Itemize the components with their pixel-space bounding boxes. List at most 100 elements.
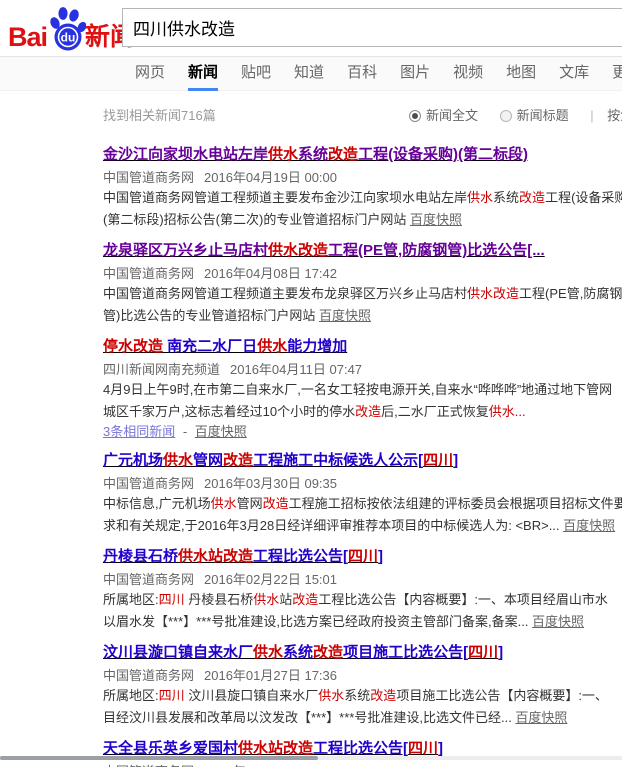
- nav-tab-百科[interactable]: 百科: [347, 57, 377, 91]
- nav-tab-贴吧[interactable]: 贴吧: [241, 57, 271, 91]
- snippet-text: 中国管道商务网管道工程频道主要发布龙泉驿区万兴乡止马店村: [103, 286, 467, 301]
- result-title-text: 龙泉驿区万兴乡止马店村: [103, 242, 268, 259]
- snippet-text: 城区千家万户,这标志着经过10个小时的停水: [103, 404, 355, 419]
- snippet-text: 四川: [159, 592, 185, 607]
- result-title-text: 南充二水厂日: [163, 338, 257, 355]
- result-title-text: 金沙江向家坝水电站左岸: [103, 146, 268, 163]
- filter-row: 找到相关新闻716篇 新闻全文 新闻标题 | 按焦点: [103, 105, 622, 123]
- snippet-text: (第二标段)招标公告(第二次)的专业管道招标门户网站: [103, 212, 410, 227]
- snippet-text: 站: [279, 592, 292, 607]
- snippet-text: 目经汶川县发展和改革局以汶发改【***】***号批准建设,比选文件已经...: [103, 710, 515, 725]
- result-title-text: 工程比选公告[: [313, 740, 408, 757]
- result-title-text: 工程比选公告[: [253, 548, 348, 565]
- snippet-text: 改造: [292, 592, 318, 607]
- result-title-text: 系统: [283, 644, 313, 661]
- radio-news-title[interactable]: [500, 110, 512, 122]
- snippet-text: 所属地区:: [103, 592, 159, 607]
- result-snippet-line: 目经汶川县发展和改革局以汶发改【***】***号批准建设,比选文件已经... 百…: [103, 707, 622, 729]
- nav-tab-地图[interactable]: 地图: [506, 57, 536, 91]
- result-title-text: 四川: [468, 644, 498, 661]
- nav-tab-更[interactable]: 更: [612, 57, 622, 91]
- radio-news-title-label[interactable]: 新闻标题: [517, 108, 569, 123]
- nav-tab-知道[interactable]: 知道: [294, 57, 324, 91]
- result-title-text: 四川: [408, 740, 438, 757]
- result-snippet-line: 求和有关规定,于2016年3月28日经详细评审推荐本项目的中标候选人为: <BR…: [103, 515, 622, 537]
- snippet-text: 中标信息,广元机场: [103, 496, 211, 511]
- result-title-link[interactable]: 汶川县漩口镇自来水厂供水系统改造项目施工比选公告[四川]: [103, 643, 622, 663]
- result-title-text: 供水: [253, 644, 283, 661]
- result-title-link[interactable]: 金沙江向家坝水电站左岸供水系统改造工程(设备采购)(第二标段): [103, 145, 622, 165]
- result-count: 找到相关新闻716篇: [103, 108, 216, 123]
- result-snippet-line: 以眉水发【***】***号批准建设,比选方案已经政府投资主管部门备案,备案...…: [103, 611, 622, 633]
- snippet-text: 后,二水厂正式恢复: [381, 404, 489, 419]
- header: Bai du 新闻: [0, 0, 622, 56]
- snippet-text: 工程比选公告【内容概要】:一、本项目经眉山市水: [318, 592, 608, 607]
- snippet-text: 中国管道商务网管道工程频道主要发布金沙江向家坝水电站左岸: [103, 190, 467, 205]
- snippet-text: 供水: [253, 592, 279, 607]
- horizontal-scrollbar-track[interactable]: [0, 756, 622, 760]
- result-snippet-line: 4月9日上午9时,在市第二自来水厂,一名女工轻按电源开关,自来水“哗哗哗”地通过…: [103, 379, 622, 401]
- filter-options: 新闻全文 新闻标题 | 按焦点: [409, 105, 622, 124]
- result-title-text: 管网: [193, 452, 223, 469]
- search-input[interactable]: [122, 8, 622, 47]
- result-title-text: 广元机场: [103, 452, 163, 469]
- result-title-text: ]: [378, 548, 383, 565]
- result-title-link[interactable]: 停水改造 南充二水厂日供水能力增加: [103, 337, 622, 357]
- sort-by-focus-link[interactable]: 按焦点: [607, 108, 622, 123]
- snippet-text: 系统: [493, 190, 519, 205]
- baidu-news-logo[interactable]: Bai du 新闻: [8, 6, 135, 52]
- result-title-text: 汶川县漩口镇自来水厂: [103, 644, 253, 661]
- baidu-snapshot-link[interactable]: 百度快照: [563, 518, 615, 533]
- result-snippet-line: 中标信息,广元机场供水管网改造工程施工招标按依法组建的评标委员会根据项目招标文件…: [103, 493, 622, 515]
- result-snippet-line: 管)比选公告的专业管道招标门户网站 百度快照: [103, 305, 622, 327]
- result-item: 丹棱县石桥供水站改造工程比选公告[四川] 中国管道商务网2016年02月22日 1…: [103, 547, 622, 633]
- nav-tab-网页[interactable]: 网页: [135, 57, 165, 91]
- result-title-text: 四川: [348, 548, 378, 565]
- result-title-text: 供水站改造: [238, 740, 313, 757]
- snippet-text: 供水...: [489, 404, 526, 419]
- baidu-snapshot-link[interactable]: 百度快照: [410, 212, 462, 227]
- result-snippet-line: 所属地区:四川 汶川县旋口镇自来水厂供水系统改造项目施工比选公告【内容概要】:一…: [103, 685, 622, 707]
- result-snippet-line: 城区千家万户,这标志着经过10个小时的停水改造后,二水厂正式恢复供水...: [103, 401, 622, 423]
- same-news-link[interactable]: 3条相同新闻: [103, 424, 175, 439]
- result-title-link[interactable]: 龙泉驿区万兴乡止马店村供水改造工程(PE管,防腐钢管)比选公告[...: [103, 241, 622, 261]
- result-item: 金沙江向家坝水电站左岸供水系统改造工程(设备采购)(第二标段)中国管道商务网20…: [103, 145, 622, 231]
- snippet-text: 4月9日上午9时,在市第二自来水厂,一名女工轻按电源开关,自来水“哗哗哗”地通过…: [103, 382, 612, 397]
- result-title-text: 停水改造: [103, 338, 163, 355]
- nav-tab-新闻[interactable]: 新闻: [188, 57, 218, 91]
- result-source: 中国管道商务网: [103, 170, 194, 185]
- result-title-text: 工程(设备采购)(第二标段): [358, 146, 528, 163]
- nav-tabs: 网页新闻贴吧知道百科图片视频地图文库更: [0, 56, 622, 91]
- snippet-text: 供水: [467, 190, 493, 205]
- result-date: 2016年04月08日 17:42: [204, 266, 337, 281]
- baidu-snapshot-link[interactable]: 百度快照: [515, 710, 567, 725]
- result-title-link[interactable]: 丹棱县石桥供水站改造工程比选公告[四川]: [103, 547, 622, 567]
- snippet-text: 改造: [263, 496, 289, 511]
- baidu-snapshot-link[interactable]: 百度快照: [195, 424, 247, 439]
- nav-tab-图片[interactable]: 图片: [400, 57, 430, 91]
- result-title-link[interactable]: 广元机场供水管网改造工程施工中标候选人公示[四川]: [103, 451, 622, 471]
- snippet-text: 以眉水发【***】***号批准建设,比选方案已经政府投资主管部门备案,备案...: [103, 614, 532, 629]
- result-title-text: 系统: [298, 146, 328, 163]
- result-title-text: 改造: [223, 452, 253, 469]
- baidu-snapshot-link[interactable]: 百度快照: [532, 614, 584, 629]
- horizontal-scrollbar-thumb[interactable]: [0, 756, 318, 760]
- snippet-text: 管网: [237, 496, 263, 511]
- result-snippet-line: (第二标段)招标公告(第二次)的专业管道招标门户网站 百度快照: [103, 209, 622, 231]
- result-meta: 中国管道商务网2016年03月30日 09:35: [103, 474, 622, 493]
- snippet-text: 改造: [519, 190, 545, 205]
- result-title-text: 改造: [313, 644, 343, 661]
- result-item: 龙泉驿区万兴乡止马店村供水改造工程(PE管,防腐钢管)比选公告[... 中国管道商…: [103, 241, 622, 327]
- result-meta: 中国管道商务网2016年: [103, 762, 622, 767]
- result-meta: 中国管道商务网2016年02月22日 15:01: [103, 570, 622, 589]
- nav-tab-文库[interactable]: 文库: [559, 57, 589, 91]
- radio-news-fulltext-label[interactable]: 新闻全文: [426, 108, 478, 123]
- baidu-snapshot-link[interactable]: 百度快照: [319, 308, 371, 323]
- snippet-text: 系统: [344, 688, 370, 703]
- radio-news-fulltext[interactable]: [409, 110, 421, 122]
- nav-tab-视频[interactable]: 视频: [453, 57, 483, 91]
- result-meta: 中国管道商务网2016年04月08日 17:42: [103, 264, 622, 283]
- result-date: 2016年04月11日 07:47: [230, 362, 362, 377]
- result-title-text: 改造: [328, 146, 358, 163]
- logo-bai-text: Bai: [8, 22, 47, 52]
